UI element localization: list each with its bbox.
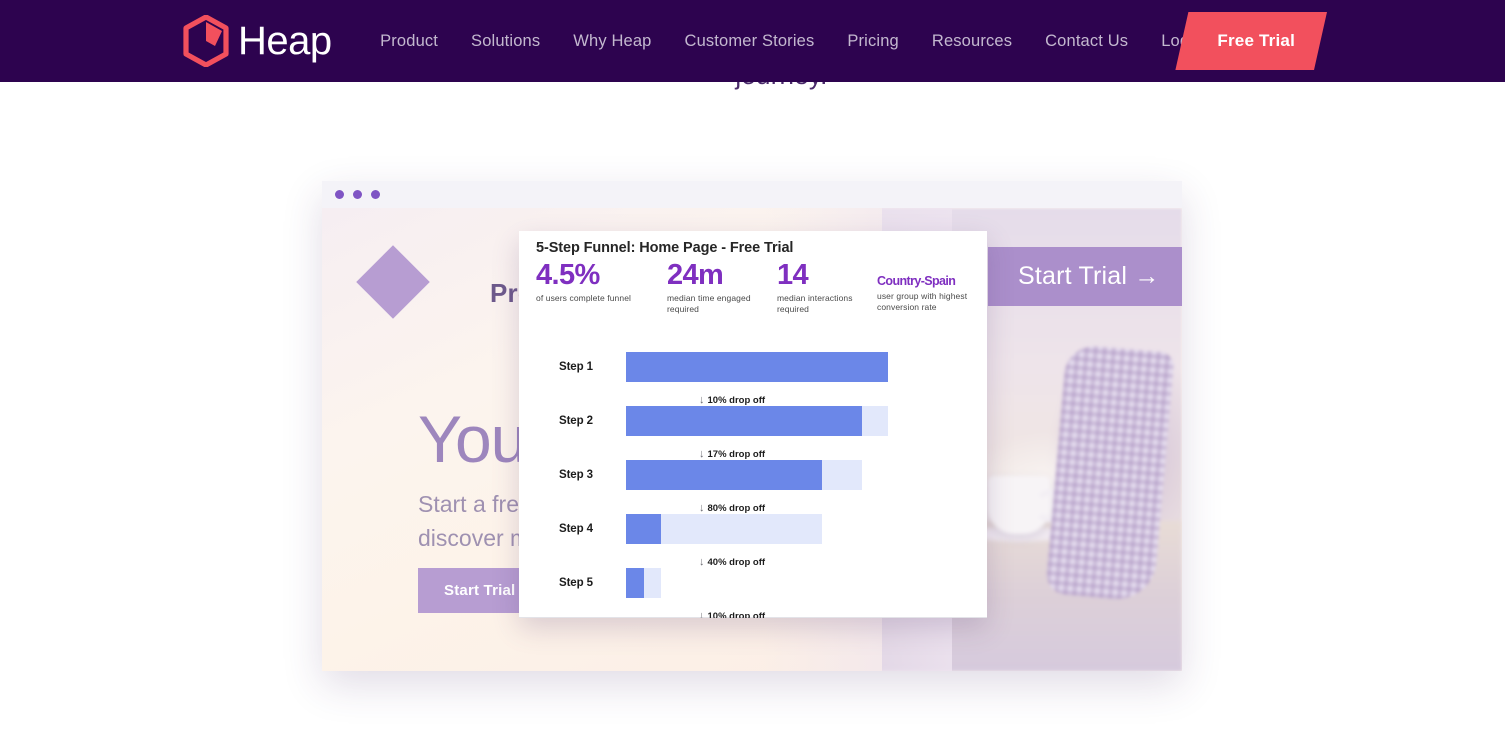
chart-bar-track (626, 568, 661, 598)
chart-row-label: Step 4 (559, 523, 593, 535)
chart-bar-fill (626, 406, 862, 436)
kpi-label: median interactions required (777, 293, 853, 314)
nav-link-contact-us[interactable]: Contact Us (1029, 0, 1145, 82)
nav-link-solutions[interactable]: Solutions (455, 0, 557, 82)
kpi-label: user group with highest conversion rate (877, 291, 968, 312)
kpi-label: median time engaged required (667, 293, 751, 314)
chart-row-step-2[interactable]: Step 2 (519, 399, 987, 443)
main-navigation: Heap Product Solutions Why Heap Customer… (0, 0, 1505, 82)
kpi-median-interactions: 14 median interactions required (777, 259, 877, 315)
hero-photo-start-trial-button[interactable]: Start Trial → (988, 247, 1182, 306)
nav-link-resources[interactable]: Resources (915, 0, 1028, 82)
funnel-analytics-card: 5-Step Funnel: Home Page - Free Trial 4.… (519, 231, 987, 618)
funnel-kpi-row: 4.5% of users complete funnel 24m median… (536, 259, 986, 314)
down-arrow-icon: ↓ (699, 610, 705, 618)
heap-hexagon-logo-icon (183, 15, 229, 67)
chart-bar-fill (626, 514, 661, 544)
kpi-value: 4.5% (536, 259, 600, 291)
chart-row-label: Step 1 (559, 361, 593, 373)
page-root: journey. Heap Product Solutions Why Heap… (0, 0, 1505, 739)
brand-name: Heap (238, 19, 332, 63)
chart-row-step-5[interactable]: Step 5 (519, 561, 987, 605)
nav-cta-wrap: Free Trial (1175, 0, 1317, 82)
brand-logo-link[interactable]: Heap (182, 15, 332, 67)
kpi-value: 24m (667, 259, 724, 291)
chart-row-label: Step 2 (559, 415, 593, 427)
kpi-conversion-rate: 4.5% of users complete funnel (536, 259, 656, 304)
window-dot-minimize-icon (353, 190, 362, 199)
window-dot-close-icon (335, 190, 344, 199)
window-dot-maximize-icon (371, 190, 380, 199)
funnel-bar-chart: Step 1 ↓10% drop off Step 2 ↓17% drop (519, 341, 987, 618)
dropoff-text: 10% drop off (707, 611, 766, 618)
chart-bar-track (626, 460, 862, 490)
kpi-top-user-group: Country-Spain user group with highest co… (877, 259, 987, 313)
kpi-value: Country-Spain (877, 274, 956, 288)
photo-coffee-cup (988, 476, 1066, 534)
chart-bar-track (626, 406, 888, 436)
chart-row-step-4[interactable]: Step 4 (519, 507, 987, 551)
chart-bar-fill (626, 568, 644, 598)
chart-bar-fill (626, 352, 888, 382)
diamond-decoration-icon (356, 245, 430, 319)
chart-row-step-3[interactable]: Step 3 (519, 453, 987, 497)
chart-row-label: Step 5 (559, 577, 593, 589)
chart-row-step-1[interactable]: Step 1 (519, 345, 987, 389)
nav-links: Product Solutions Why Heap Customer Stor… (364, 0, 1225, 82)
nav-link-pricing[interactable]: Pricing (831, 0, 916, 82)
chart-bar-fill (626, 460, 822, 490)
free-trial-button[interactable]: Free Trial (1175, 12, 1327, 70)
photo-shirt-sleeve (1045, 343, 1175, 603)
chart-bar-track (626, 352, 888, 382)
nav-link-why-heap[interactable]: Why Heap (557, 0, 668, 82)
chart-row-label: Step 3 (559, 469, 593, 481)
kpi-label: of users complete funnel (536, 293, 632, 303)
chart-bar-track (626, 514, 822, 544)
kpi-median-time: 24m median time engaged required (667, 259, 767, 315)
nav-link-product[interactable]: Product (364, 0, 455, 82)
browser-chrome-bar (322, 181, 1182, 208)
nav-link-customer-stories[interactable]: Customer Stories (668, 0, 831, 82)
funnel-card-title: 5-Step Funnel: Home Page - Free Trial (536, 240, 794, 256)
kpi-value: 14 (777, 259, 809, 291)
